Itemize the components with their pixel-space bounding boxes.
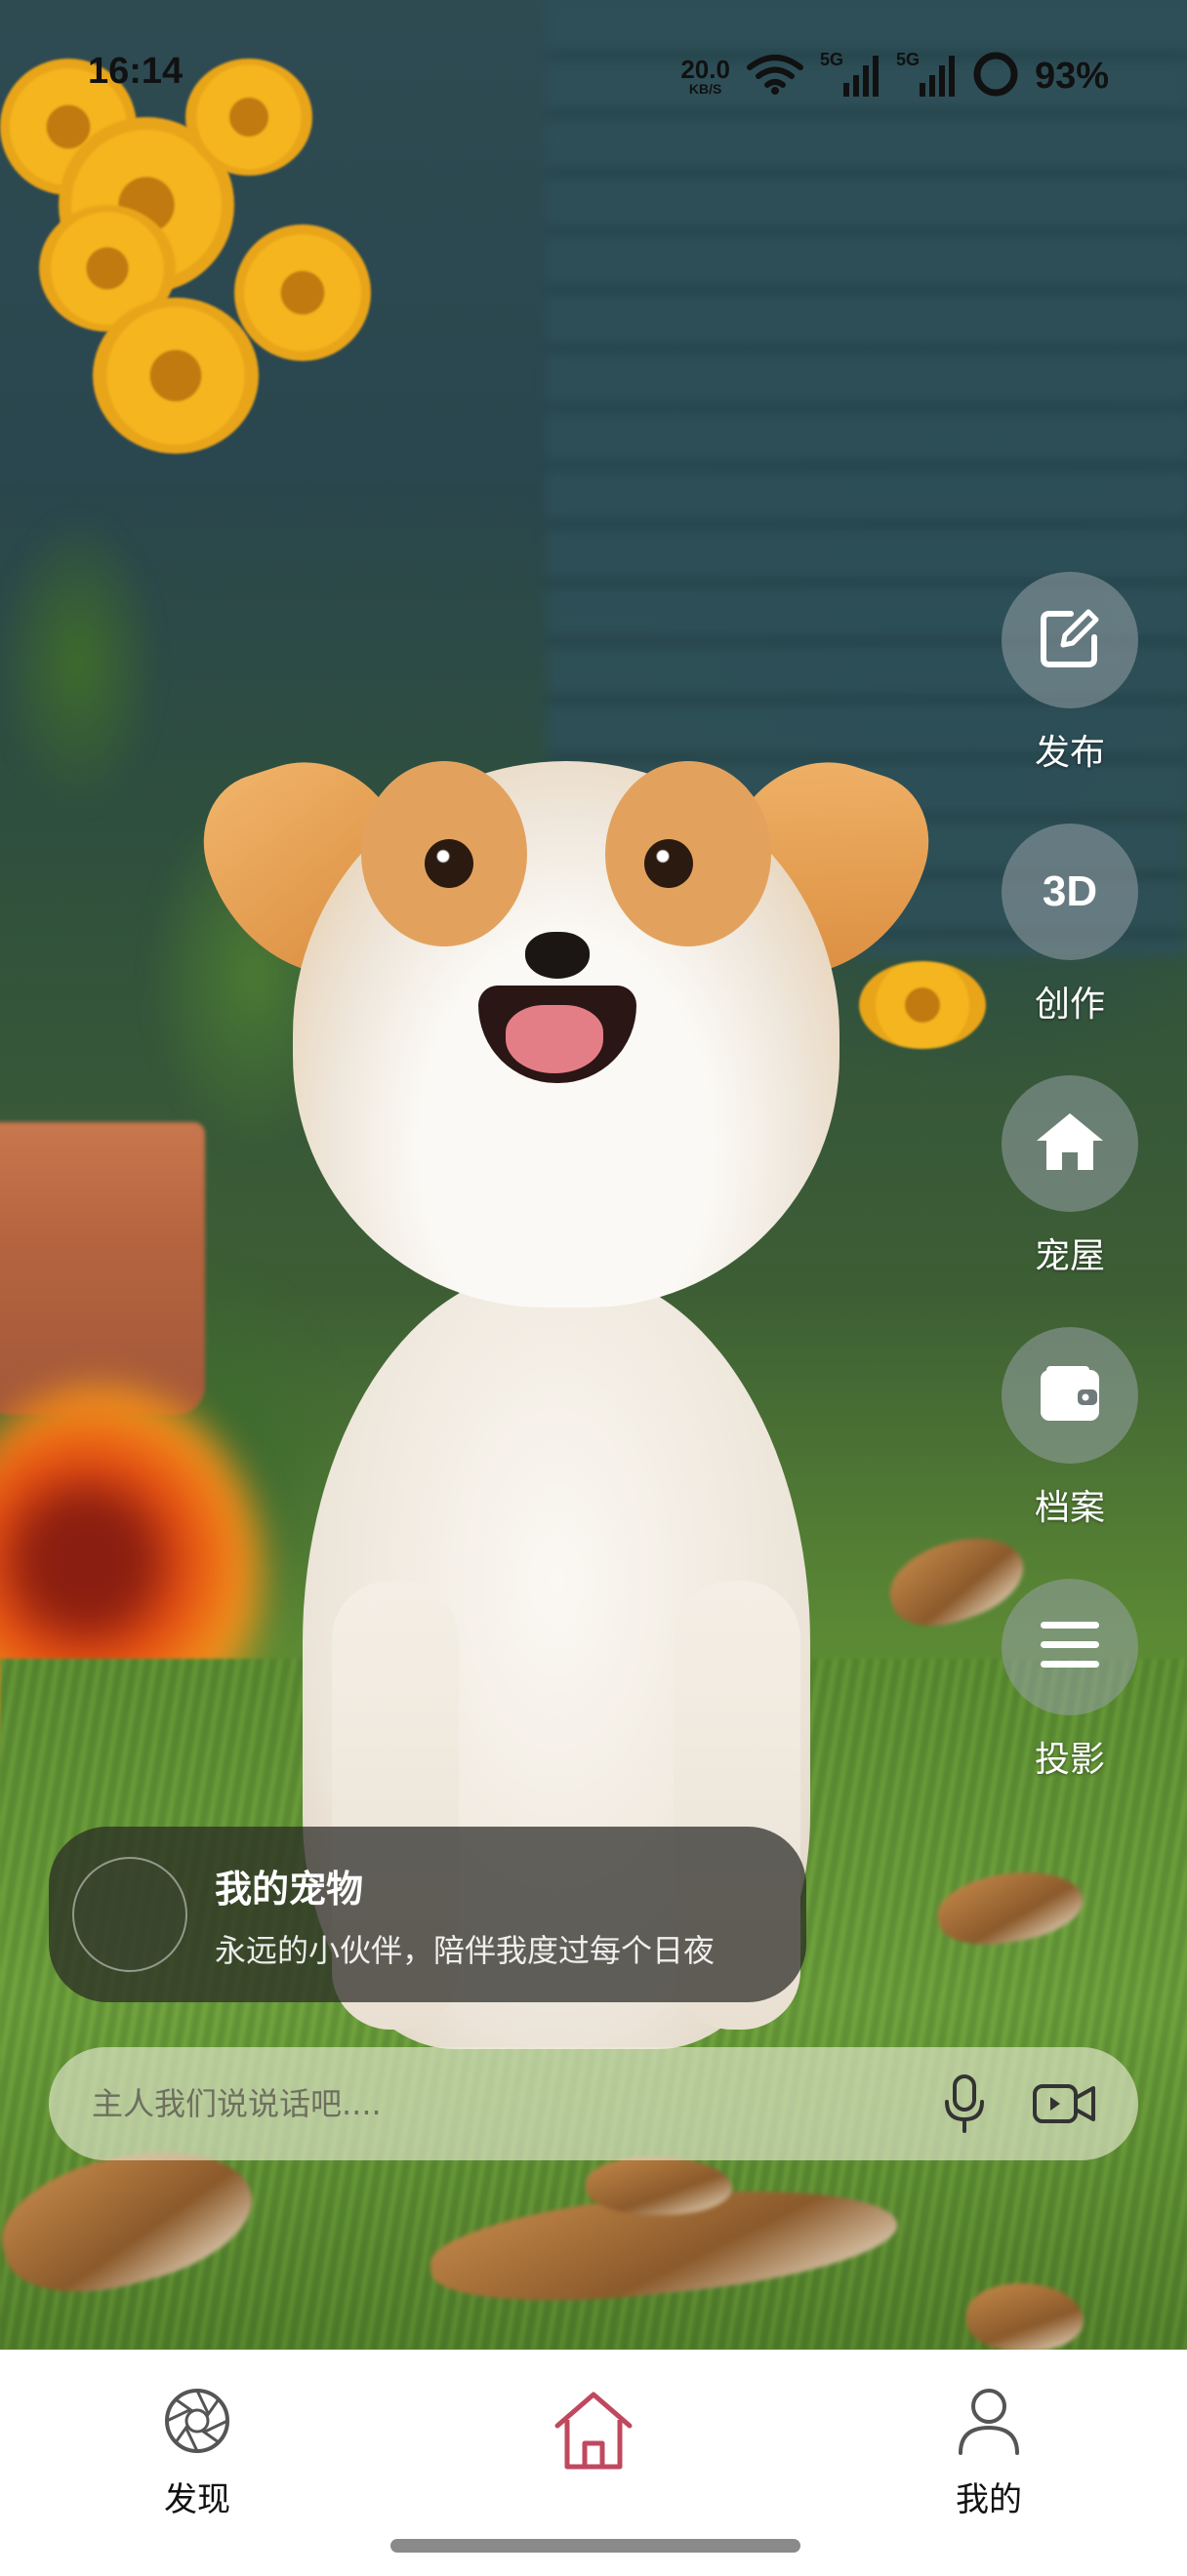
pet-card-title: 我的宠物 <box>215 1867 364 1911</box>
pet-info-card[interactable]: 我的宠物 永远的小伙伴，陪伴我度过每个日夜 <box>49 1827 806 2002</box>
home-indicator[interactable] <box>390 2539 800 2553</box>
home-icon <box>1035 1109 1105 1178</box>
puppy-eye <box>425 839 473 888</box>
create-label: 创作 <box>1034 985 1105 1025</box>
network-type-label: 5G <box>819 50 843 69</box>
status-icons: 20.0 KB/S 5G 5G 93% <box>680 47 1109 105</box>
archive-button[interactable] <box>1002 1327 1138 1464</box>
pet-card-subtitle: 永远的小伙伴，陪伴我度过每个日夜 <box>215 1931 716 1969</box>
battery-percent: 93% <box>1034 55 1109 97</box>
net-speed-unit: KB/S <box>688 81 722 97</box>
wifi-icon <box>746 54 804 100</box>
home-icon <box>496 2377 691 2484</box>
puppy-tongue <box>506 1005 603 1073</box>
pet-info-text: 我的宠物 永远的小伙伴，陪伴我度过每个日夜 <box>215 1859 715 1971</box>
background-flower <box>93 298 259 454</box>
status-time: 16:14 <box>88 51 184 92</box>
signal-icon: 5G <box>896 50 957 99</box>
video-icon[interactable] <box>1029 2069 1099 2139</box>
projection-button[interactable] <box>1002 1579 1138 1715</box>
status-bar: 16:14 20.0 KB/S 5G 5G 93% <box>0 0 1187 146</box>
aperture-icon <box>100 2377 295 2465</box>
publish-button[interactable] <box>1002 572 1138 708</box>
chat-bar <box>49 2047 1138 2160</box>
flower-pot <box>0 1122 205 1415</box>
battery-icon <box>972 51 1019 102</box>
person-icon <box>891 2377 1086 2465</box>
projection-label: 投影 <box>1034 1740 1105 1780</box>
puppy-nose <box>525 932 590 979</box>
rail-item-projection[interactable]: 投影 <box>1002 1579 1138 1782</box>
net-speed: 20.0 KB/S <box>680 57 730 96</box>
3d-icon: 3D <box>1042 867 1098 915</box>
edit-icon <box>1038 606 1102 674</box>
nav-label-mine: 我的 <box>956 2480 1022 2519</box>
microphone-icon[interactable] <box>929 2069 1000 2139</box>
chat-input[interactable] <box>92 2085 929 2122</box>
wallet-icon <box>1039 1364 1101 1427</box>
net-speed-value: 20.0 <box>680 55 730 84</box>
rail-item-pet-house[interactable]: 宠屋 <box>1002 1075 1138 1278</box>
nav-item-discover[interactable]: 发现 <box>100 2377 295 2520</box>
signal-icon: 5G <box>820 50 880 99</box>
publish-label: 发布 <box>1034 733 1105 773</box>
network-type-label: 5G <box>895 50 920 69</box>
pet-house-label: 宠屋 <box>1034 1236 1105 1276</box>
create-3d-button[interactable]: 3D <box>1002 824 1138 960</box>
rail-item-create[interactable]: 3D 创作 <box>1002 824 1138 1026</box>
archive-label: 档案 <box>1034 1488 1105 1528</box>
rail-item-publish[interactable]: 发布 <box>1002 572 1138 775</box>
pet-avatar[interactable] <box>72 1857 187 1972</box>
nav-label-discover: 发现 <box>164 2480 230 2519</box>
rail-item-archive[interactable]: 档案 <box>1002 1327 1138 1530</box>
background-flower <box>234 224 371 361</box>
puppy-eye <box>644 839 693 888</box>
nav-item-mine[interactable]: 我的 <box>891 2377 1086 2520</box>
pet-house-button[interactable] <box>1002 1075 1138 1212</box>
menu-icon <box>1039 1620 1101 1674</box>
nav-item-home[interactable] <box>496 2377 691 2484</box>
